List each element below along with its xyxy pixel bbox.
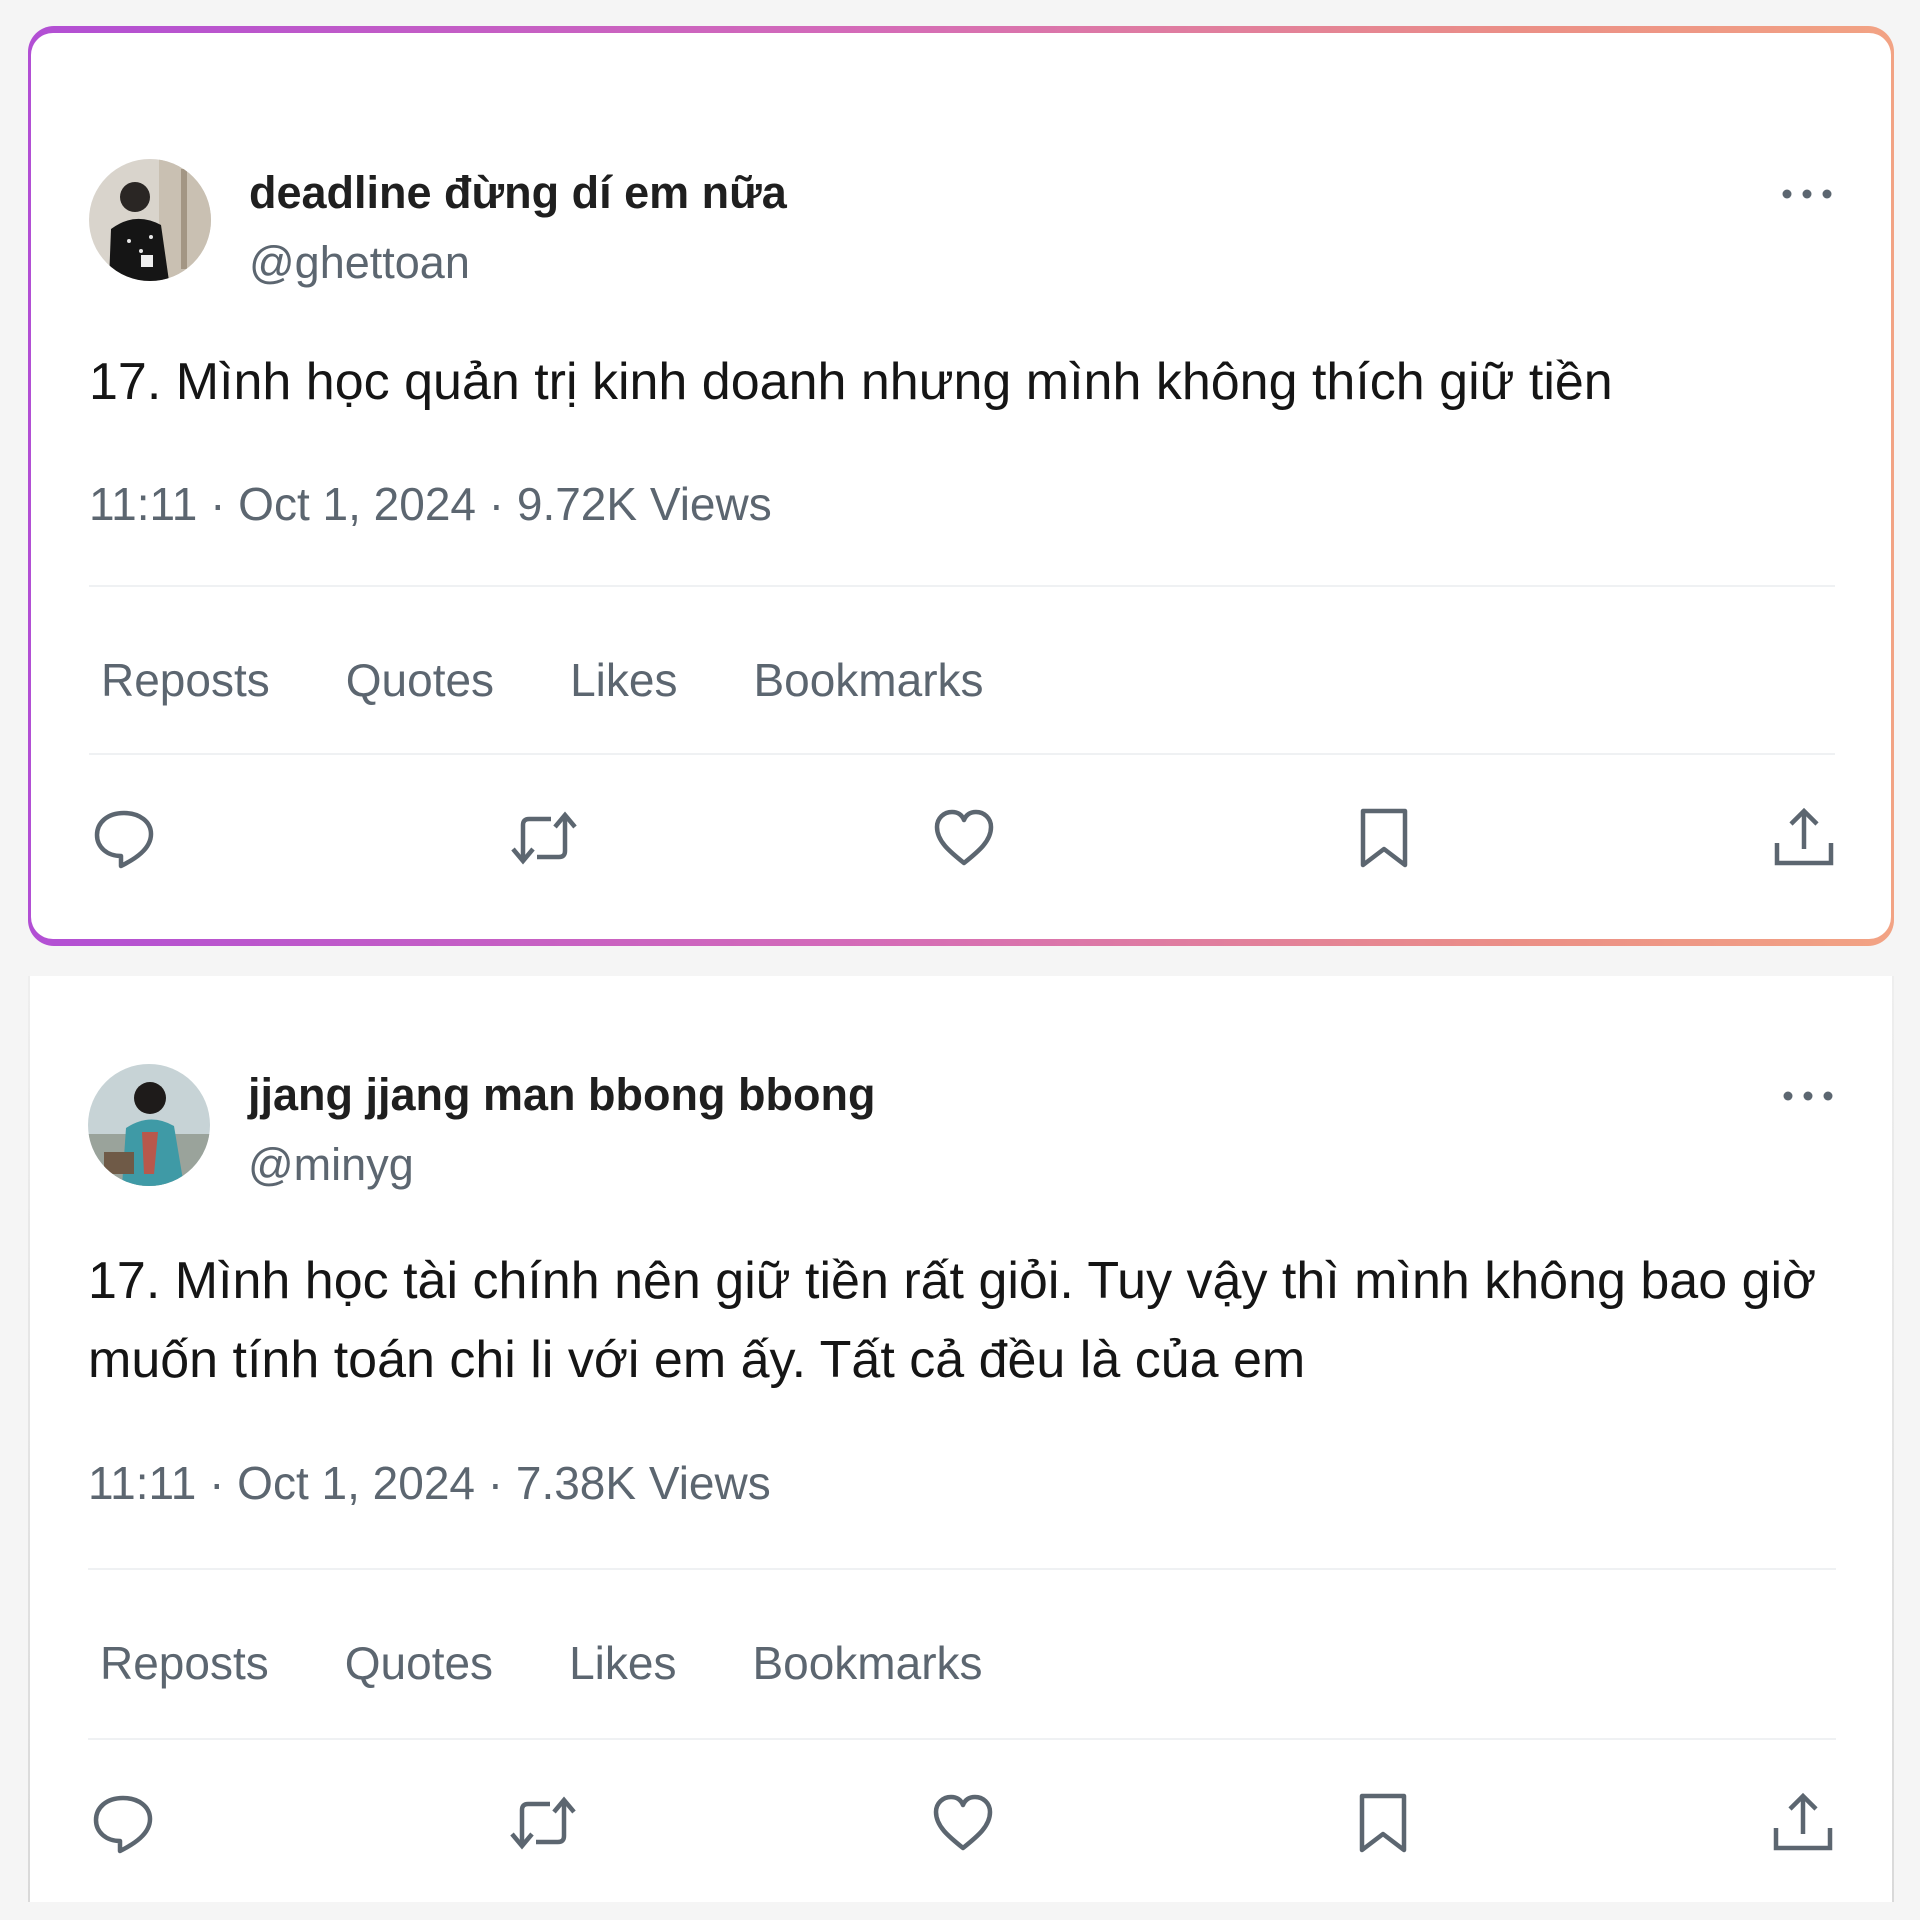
more-icon [1782,189,1832,199]
bookmark-icon [1360,808,1408,868]
user-handle[interactable]: @ghettoan [249,237,470,289]
display-name[interactable]: jjang jjang man bbong bbong [248,1069,875,1121]
share-button[interactable] [1768,1788,1838,1858]
bookmark-button[interactable] [1348,1788,1418,1858]
bookmarks-link[interactable]: Bookmarks [753,653,983,707]
tweet-meta[interactable]: 11:11 · Oct 1, 2024 · 9.72K Views [89,477,772,531]
engagement-stats: Reposts Quotes Likes Bookmarks [100,1636,983,1690]
like-button[interactable] [928,1788,998,1858]
more-options-button[interactable] [1779,179,1835,209]
likes-link[interactable]: Likes [570,653,677,707]
avatar[interactable] [88,1064,210,1186]
avatar[interactable] [89,159,211,281]
user-handle[interactable]: @minyg [248,1139,414,1191]
repost-icon [510,1796,576,1850]
divider [88,1738,1836,1740]
engagement-stats: Reposts Quotes Likes Bookmarks [101,653,984,707]
profile-photo-icon [88,1064,210,1186]
profile-photo-icon [89,159,211,281]
share-button[interactable] [1769,803,1839,873]
quotes-link[interactable]: Quotes [346,653,494,707]
repost-icon [511,811,577,865]
repost-button[interactable] [508,1788,578,1858]
bookmark-icon [1359,1793,1407,1853]
tweet-text: 17. Mình học tài chính nên giữ tiền rất … [88,1252,1817,1389]
reply-button[interactable] [89,803,159,873]
divider [89,585,1835,587]
likes-link[interactable]: Likes [569,1636,676,1690]
tweet-card: deadline đừng dí em nữa @ghettoan 17. Mì… [31,33,1891,939]
divider [89,753,1835,755]
reposts-link[interactable]: Reposts [101,653,270,707]
display-name[interactable]: deadline đừng dí em nữa [249,167,787,219]
repost-button[interactable] [509,803,579,873]
action-bar [88,1788,1836,1858]
like-button[interactable] [929,803,999,873]
action-bar [89,803,1835,873]
more-icon [1783,1091,1833,1101]
bookmarks-link[interactable]: Bookmarks [752,1636,982,1690]
tweet-text: 17. Mình học quản trị kinh doanh nhưng m… [89,353,1613,411]
quotes-link[interactable]: Quotes [345,1636,493,1690]
reply-icon [93,1795,153,1854]
divider [88,1568,1836,1570]
reposts-link[interactable]: Reposts [100,1636,269,1690]
share-icon [1773,1792,1833,1851]
tweet-card-frame: jjang jjang man bbong bbong @minyg 17. M… [28,976,1894,1902]
tweet-card-frame: deadline đừng dí em nữa @ghettoan 17. Mì… [28,26,1894,946]
like-icon [933,1794,993,1851]
share-icon [1774,807,1834,866]
bookmark-button[interactable] [1349,803,1419,873]
tweet-meta[interactable]: 11:11 · Oct 1, 2024 · 7.38K Views [88,1456,771,1510]
more-options-button[interactable] [1780,1081,1836,1111]
reply-icon [94,810,154,869]
like-icon [934,809,994,866]
tweet-card: jjang jjang man bbong bbong @minyg 17. M… [30,976,1892,1902]
reply-button[interactable] [88,1788,158,1858]
